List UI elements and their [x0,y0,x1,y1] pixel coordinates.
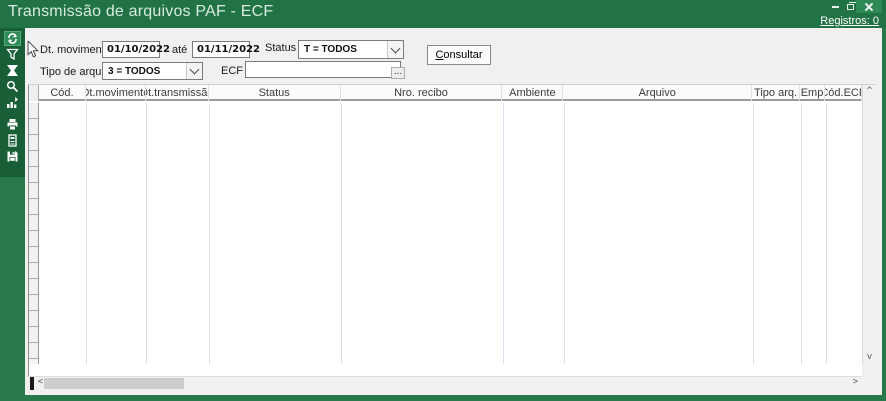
chevron-down-icon[interactable] [387,41,403,58]
row-selector-cell[interactable] [29,215,38,231]
grid-column-header[interactable]: Dt.transmissão [146,85,209,101]
calculator-icon[interactable] [4,133,21,148]
status-select[interactable]: T = TODOS [298,40,404,59]
tipo-arquivo-select[interactable]: 3 = TODOS [102,62,203,80]
row-selector-cell[interactable] [29,167,38,183]
close-button[interactable] [856,0,882,13]
row-selector-cell[interactable] [29,295,38,311]
app-window: Transmissão de arquivos PAF - ECF Regist… [0,0,886,401]
print-icon[interactable] [4,117,21,132]
scroll-right-icon[interactable]: > [849,376,862,389]
grid-column-header[interactable]: Status [209,85,341,101]
vertical-scrollbar[interactable]: ^ v [862,85,875,364]
ecf-browse-button[interactable]: ... [391,67,405,79]
grid-column-separator [753,103,754,364]
row-selector-cell[interactable] [29,119,38,135]
row-selector-cell[interactable] [29,263,38,279]
grid-selector-header [29,85,39,101]
grid-column-header[interactable]: Emp [800,85,825,101]
row-selector-cell[interactable] [29,311,38,327]
row-selector-cell[interactable] [29,135,38,151]
dt-movimento-input[interactable]: 01/10/2022 [102,41,170,58]
grid-column-header[interactable]: Arquivo [563,85,753,101]
zoom-icon[interactable] [4,79,21,94]
grid-column-separator [564,103,565,364]
minimize-icon [831,5,839,8]
status-select-value: T = TODOS [304,44,357,55]
scroll-down-icon[interactable]: v [863,351,876,364]
results-grid: Cód.Dt.movimentoDt.transmissãoStatusNro.… [28,84,875,390]
grid-main: Cód.Dt.movimentoDt.transmissãoStatusNro.… [28,85,862,377]
restore-button[interactable] [843,0,857,13]
grid-column-separator [209,103,210,364]
grid-column-separator [826,103,827,364]
row-selector-cell[interactable] [29,183,38,199]
horizontal-scrollbar[interactable]: < > [28,376,862,390]
row-selector-cell[interactable] [29,247,38,263]
registros-link[interactable]: Registros: 0 [820,15,879,27]
title-bar: Transmissão de arquivos PAF - ECF Regist… [0,0,886,28]
grid-column-header[interactable]: Nro. recibo [341,85,503,101]
scroll-up-icon[interactable]: ^ [863,85,876,98]
row-selector-cell[interactable] [29,199,38,215]
save-icon[interactable] [4,149,21,164]
grid-header: Cód.Dt.movimentoDt.transmissãoStatusNro.… [29,85,862,101]
filter-icon[interactable] [4,47,21,62]
grid-column-separator [86,103,87,364]
row-selector-cell[interactable] [29,103,38,119]
ecf-input[interactable] [245,61,401,78]
window-title: Transmissão de arquivos PAF - ECF [8,3,274,20]
grid-body[interactable] [29,103,862,364]
ecf-label: ECF [221,65,243,77]
grid-column-separator [146,103,147,364]
grid-column-header[interactable]: Ambiente [502,85,564,101]
content-area: Dt. movimento 01/10/2022 até 01/11/2022 … [25,28,882,395]
row-selector-cell[interactable] [29,327,38,343]
status-label: Status [265,42,297,54]
hourglass-icon[interactable] [4,63,21,78]
row-selector-cell[interactable] [29,343,38,359]
grid-column-separator [341,103,342,364]
dt-movimento-label: Dt. movimento [40,44,111,56]
chevron-down-icon[interactable] [186,63,202,79]
row-selector-cell[interactable] [29,151,38,167]
grid-column-header[interactable]: Tipo arq. [752,85,801,101]
row-selector-cell[interactable] [29,279,38,295]
restore-icon [846,1,857,10]
grid-row-selector-column [29,103,39,364]
close-icon [865,3,873,11]
grid-column-separator [801,103,802,364]
consultar-button[interactable]: Consultar [427,45,491,65]
horizontal-scroll-thumb[interactable] [44,378,184,389]
dt-fim-input[interactable]: 01/11/2022 [192,41,260,58]
grid-column-separator [503,103,504,364]
ate-label: até [172,44,188,56]
tipo-arquivo-select-value: 3 = TODOS [108,65,161,77]
refresh-icon[interactable] [4,31,21,46]
grid-column-header[interactable]: Cód. [39,85,86,101]
chart-icon[interactable] [4,95,21,110]
row-selector-cell[interactable] [29,231,38,247]
grid-column-header[interactable]: Cód.ECF [825,85,862,101]
left-toolbar [0,28,25,177]
minimize-button[interactable] [828,0,842,13]
mouse-cursor [27,41,40,58]
grid-column-header[interactable]: Dt.movimento [86,85,146,101]
